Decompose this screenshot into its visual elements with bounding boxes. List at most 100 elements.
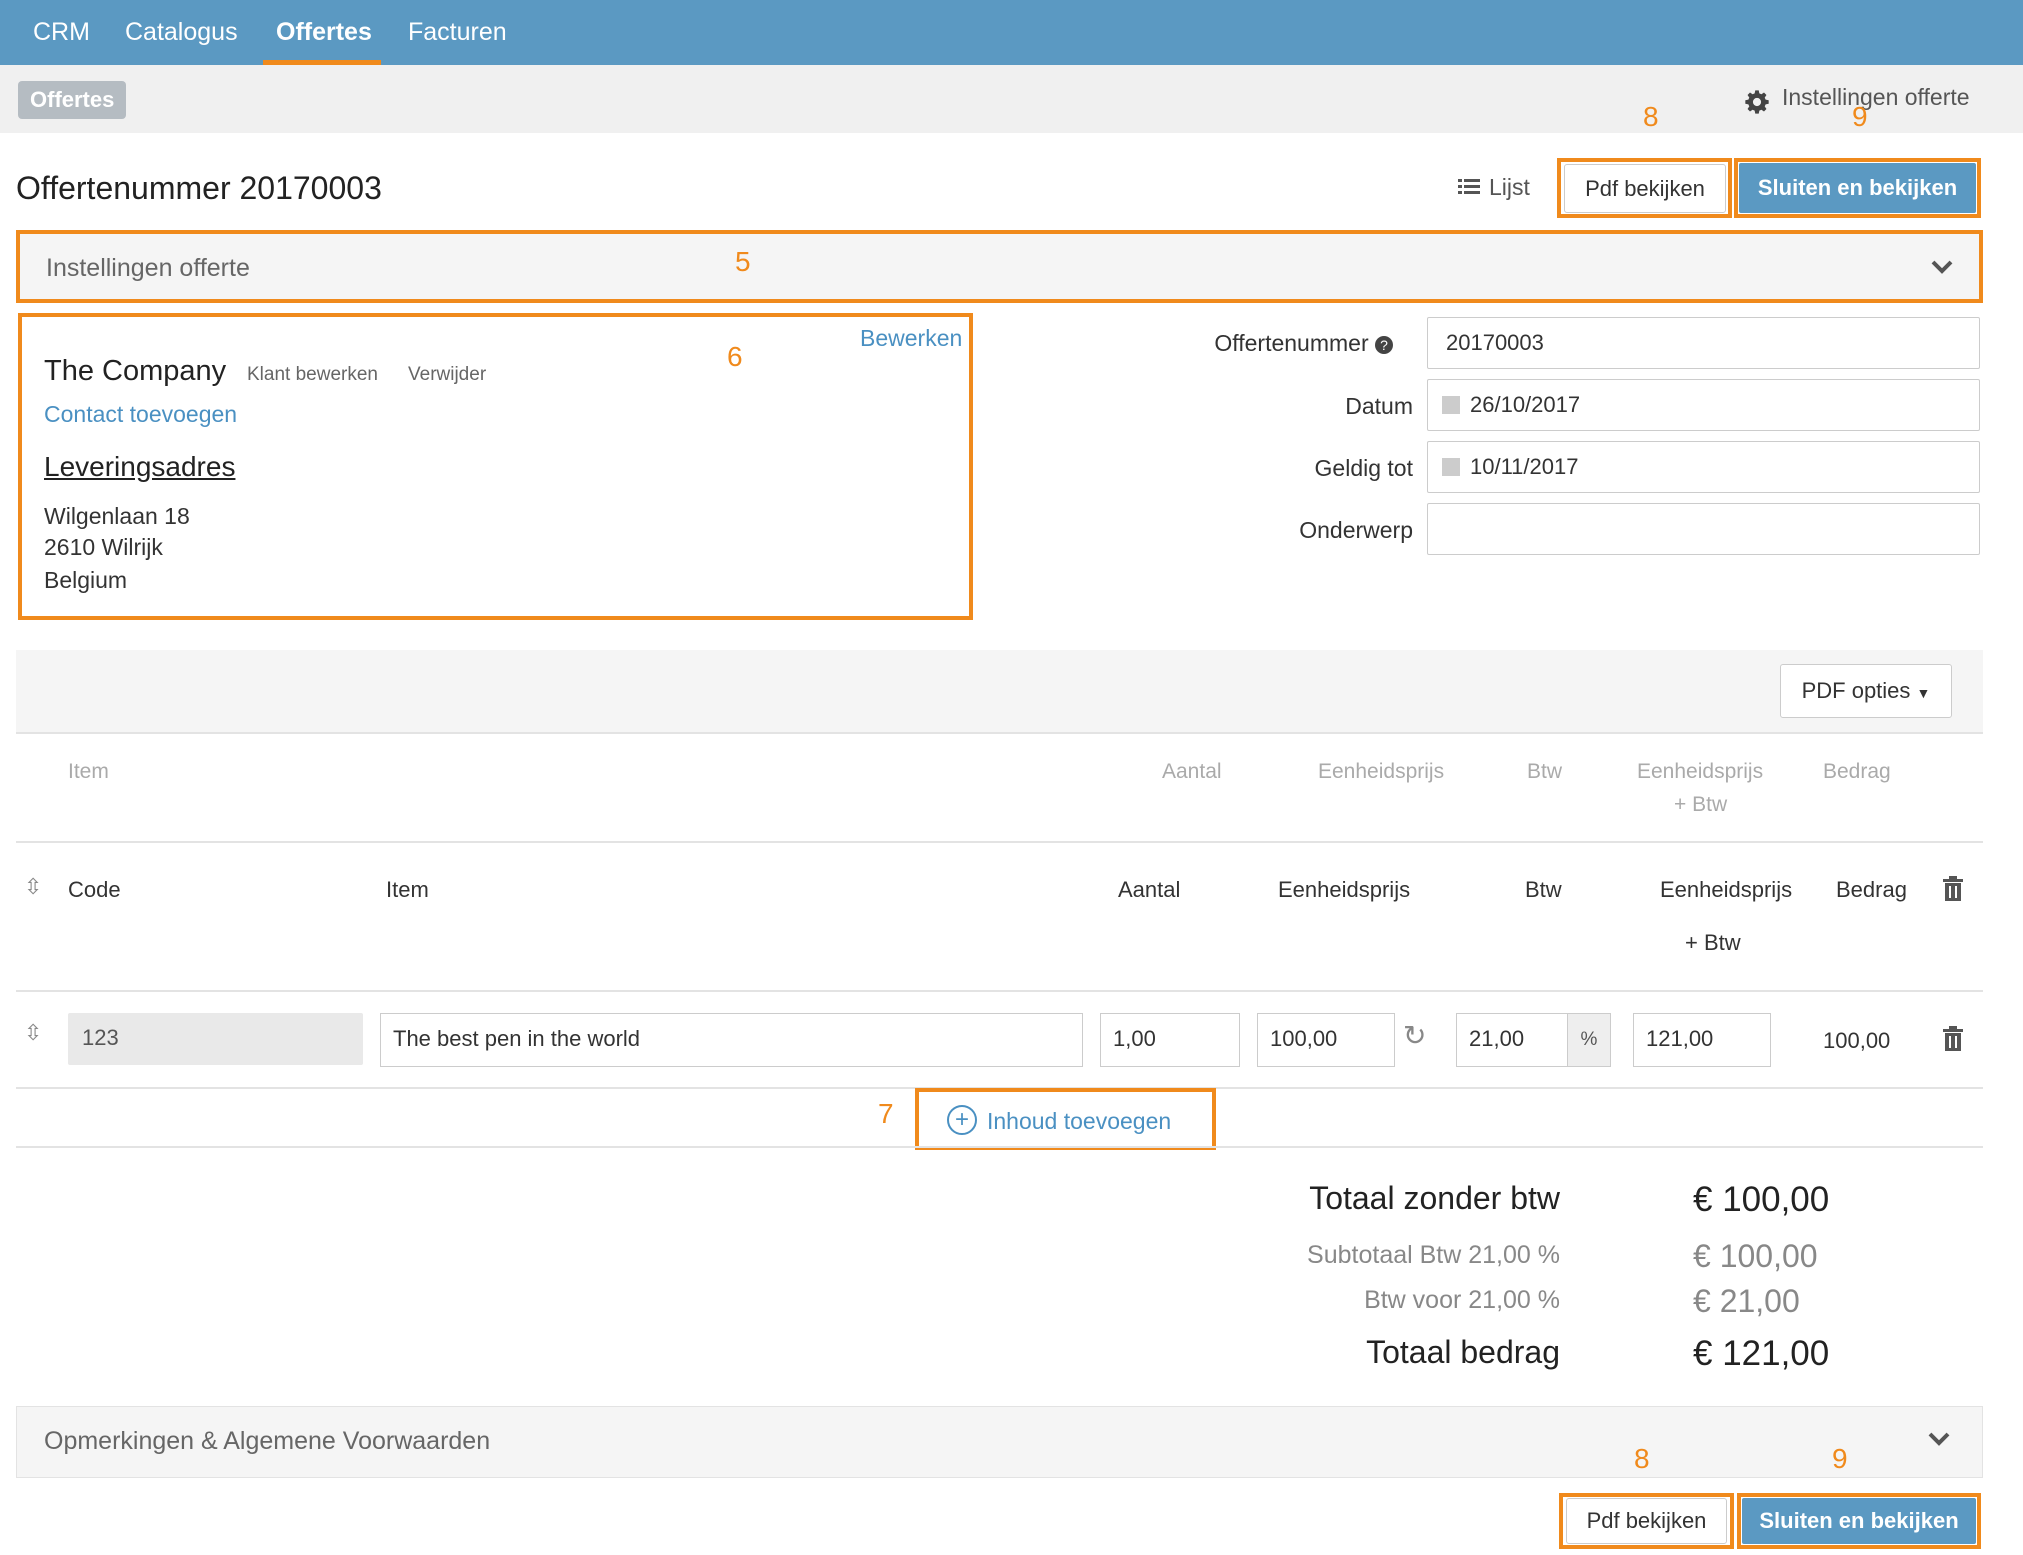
top-navigation: CRM Catalogus Offertes Facturen (0, 0, 2023, 65)
edit-customer-block-link[interactable]: Bewerken (860, 325, 962, 352)
settings-panel-label: Instellingen offerte (46, 254, 250, 282)
pdf-options-dropdown[interactable]: PDF opties ▼ (1780, 664, 1952, 718)
remarks-panel-label: Opmerkingen & Algemene Voorwaarden (44, 1427, 491, 1455)
column-vat-light: Btw (1527, 760, 1563, 783)
vat-amount-label: Btw voor 21,00 % (1364, 1286, 1560, 1314)
vat-percent-addon: % (1567, 1013, 1611, 1067)
address-line-1: Wilgenlaan 18 (44, 503, 190, 529)
valid-until-value: 10/11/2017 (1470, 454, 1579, 479)
table-row: ⇳ 123 The best pen in the world 1,00 100… (0, 1010, 2023, 1070)
nav-item-offertes[interactable]: Offertes (276, 0, 372, 65)
date-value: 26/10/2017 (1470, 392, 1581, 417)
column-unit-price-light: Eenheidsprijs (1318, 760, 1445, 783)
unit-price-vat-field[interactable]: 121,00 (1633, 1013, 1771, 1067)
column-item: Item (386, 877, 429, 902)
column-amount: Bedrag (1836, 877, 1907, 902)
refresh-icon[interactable]: ↻ (1403, 1019, 1426, 1052)
column-vat: Btw (1525, 877, 1562, 902)
trash-icon[interactable] (1942, 876, 1964, 902)
divider (16, 841, 1983, 843)
sub-header-bar (0, 65, 2023, 133)
close-and-view-button-top[interactable]: Sluiten en bekijken (1739, 163, 1976, 213)
column-unit-price: Eenheidsprijs (1278, 877, 1411, 902)
customer-name: The Company (44, 355, 227, 387)
caret-down-icon: ▼ (1916, 685, 1931, 701)
gear-icon (1745, 90, 1769, 114)
annotation-6: 6 (727, 341, 743, 372)
lines-toolbar (16, 650, 1983, 732)
code-field[interactable]: 123 (68, 1013, 363, 1065)
unit-price-field[interactable]: 100,00 (1257, 1013, 1395, 1067)
calendar-icon (1442, 396, 1460, 414)
divider (16, 1146, 1983, 1148)
total-excl-vat-label: Totaal zonder btw (1309, 1180, 1560, 1216)
subject-field[interactable] (1427, 503, 1980, 555)
valid-until-field[interactable]: 10/11/2017 (1427, 441, 1980, 493)
chevron-down-icon[interactable] (1928, 1431, 1950, 1447)
pdf-view-button-top[interactable]: Pdf bekijken (1564, 164, 1726, 213)
divider (16, 732, 1983, 734)
divider (16, 990, 1983, 992)
delivery-address-heading[interactable]: Leveringsadres (44, 451, 235, 483)
vat-amount-value: € 21,00 (1693, 1283, 1800, 1319)
total-excl-vat-value: € 100,00 (1693, 1180, 1830, 1219)
qty-field[interactable]: 1,00 (1100, 1013, 1240, 1067)
drag-handle-icon[interactable]: ⇳ (24, 1020, 42, 1046)
nav-item-facturen[interactable]: Facturen (408, 0, 507, 65)
address-line-2: 2610 Wilrijk (44, 534, 163, 560)
page-title: Offertenummer 20170003 (16, 170, 382, 206)
grand-total-label: Totaal bedrag (1366, 1334, 1560, 1370)
nav-item-catalogus[interactable]: Catalogus (125, 0, 238, 65)
nav-item-crm[interactable]: CRM (33, 0, 90, 65)
pdf-view-button-bottom[interactable]: Pdf bekijken (1566, 1498, 1727, 1544)
column-unit-price-vat: Eenheidsprijs (1660, 877, 1793, 902)
grand-total-value: € 121,00 (1693, 1334, 1830, 1373)
column-amount-light: Bedrag (1823, 760, 1891, 783)
column-qty: Aantal (1118, 877, 1181, 902)
add-contact-link[interactable]: Contact toevoegen (44, 401, 237, 428)
calendar-icon (1442, 458, 1460, 476)
remarks-terms-panel[interactable]: Opmerkingen & Algemene Voorwaarden (16, 1406, 1983, 1478)
annotation-8-top: 8 (1643, 101, 1659, 132)
offer-number-label: Offertenummer ? (1193, 330, 1393, 357)
vat-field[interactable]: 21,00 (1456, 1013, 1568, 1067)
column-qty-light: Aantal (1162, 760, 1222, 783)
close-and-view-button-bottom[interactable]: Sluiten en bekijken (1742, 1498, 1976, 1544)
subtotal-label: Subtotaal Btw 21,00 % (1307, 1241, 1560, 1269)
add-content-label: Inhoud toevoegen (987, 1108, 1172, 1134)
drag-handle-icon[interactable]: ⇳ (24, 874, 42, 900)
annotation-5: 5 (735, 246, 751, 277)
date-field[interactable]: 26/10/2017 (1427, 379, 1980, 431)
annotation-7: 7 (878, 1098, 894, 1129)
annotation-9-top: 9 (1852, 101, 1868, 132)
offer-number-label-text: Offertenummer (1214, 330, 1369, 356)
chevron-down-icon[interactable] (1931, 259, 1953, 275)
trash-icon[interactable] (1942, 1026, 1964, 1052)
address-line-3: Belgium (44, 567, 128, 593)
list-icon (1458, 177, 1480, 197)
plus-circle-icon: + (947, 1105, 977, 1135)
valid-until-label: Geldig tot (1314, 455, 1413, 481)
settings-offerte-panel[interactable]: Instellingen offerte 5 (16, 230, 1983, 303)
column-code: Code (68, 877, 121, 902)
annotation-9-bottom: 9 (1832, 1443, 1848, 1474)
customer-box: Bewerken 6 The Company Klant bewerken Ve… (18, 313, 973, 620)
column-unit-price-vat-2: + Btw (1685, 930, 1741, 955)
column-item-light: Item (68, 760, 109, 783)
breadcrumb-offertes[interactable]: Offertes (18, 81, 127, 119)
date-label: Datum (1345, 393, 1413, 419)
add-content-button[interactable]: + Inhoud toevoegen (915, 1088, 1216, 1150)
line-amount: 100,00 (1823, 1028, 1891, 1053)
column-unit-price-vat-light: Eenheidsprijs (1637, 760, 1764, 783)
list-view-link[interactable]: Lijst (1489, 174, 1530, 201)
annotation-8-bottom: 8 (1634, 1443, 1650, 1474)
help-icon[interactable]: ? (1375, 336, 1393, 354)
subject-label: Onderwerp (1299, 517, 1413, 543)
edit-client-link[interactable]: Klant bewerken (247, 364, 378, 386)
remove-client-link[interactable]: Verwijder (408, 364, 486, 386)
subtotal-value: € 100,00 (1693, 1238, 1818, 1274)
column-unit-price-vat-light-2: + Btw (1674, 793, 1728, 816)
item-description-field[interactable]: The best pen in the world (380, 1013, 1083, 1067)
offer-number-field[interactable]: 20170003 (1427, 317, 1980, 369)
settings-offerte-link[interactable]: Instellingen offerte (1782, 84, 1970, 111)
